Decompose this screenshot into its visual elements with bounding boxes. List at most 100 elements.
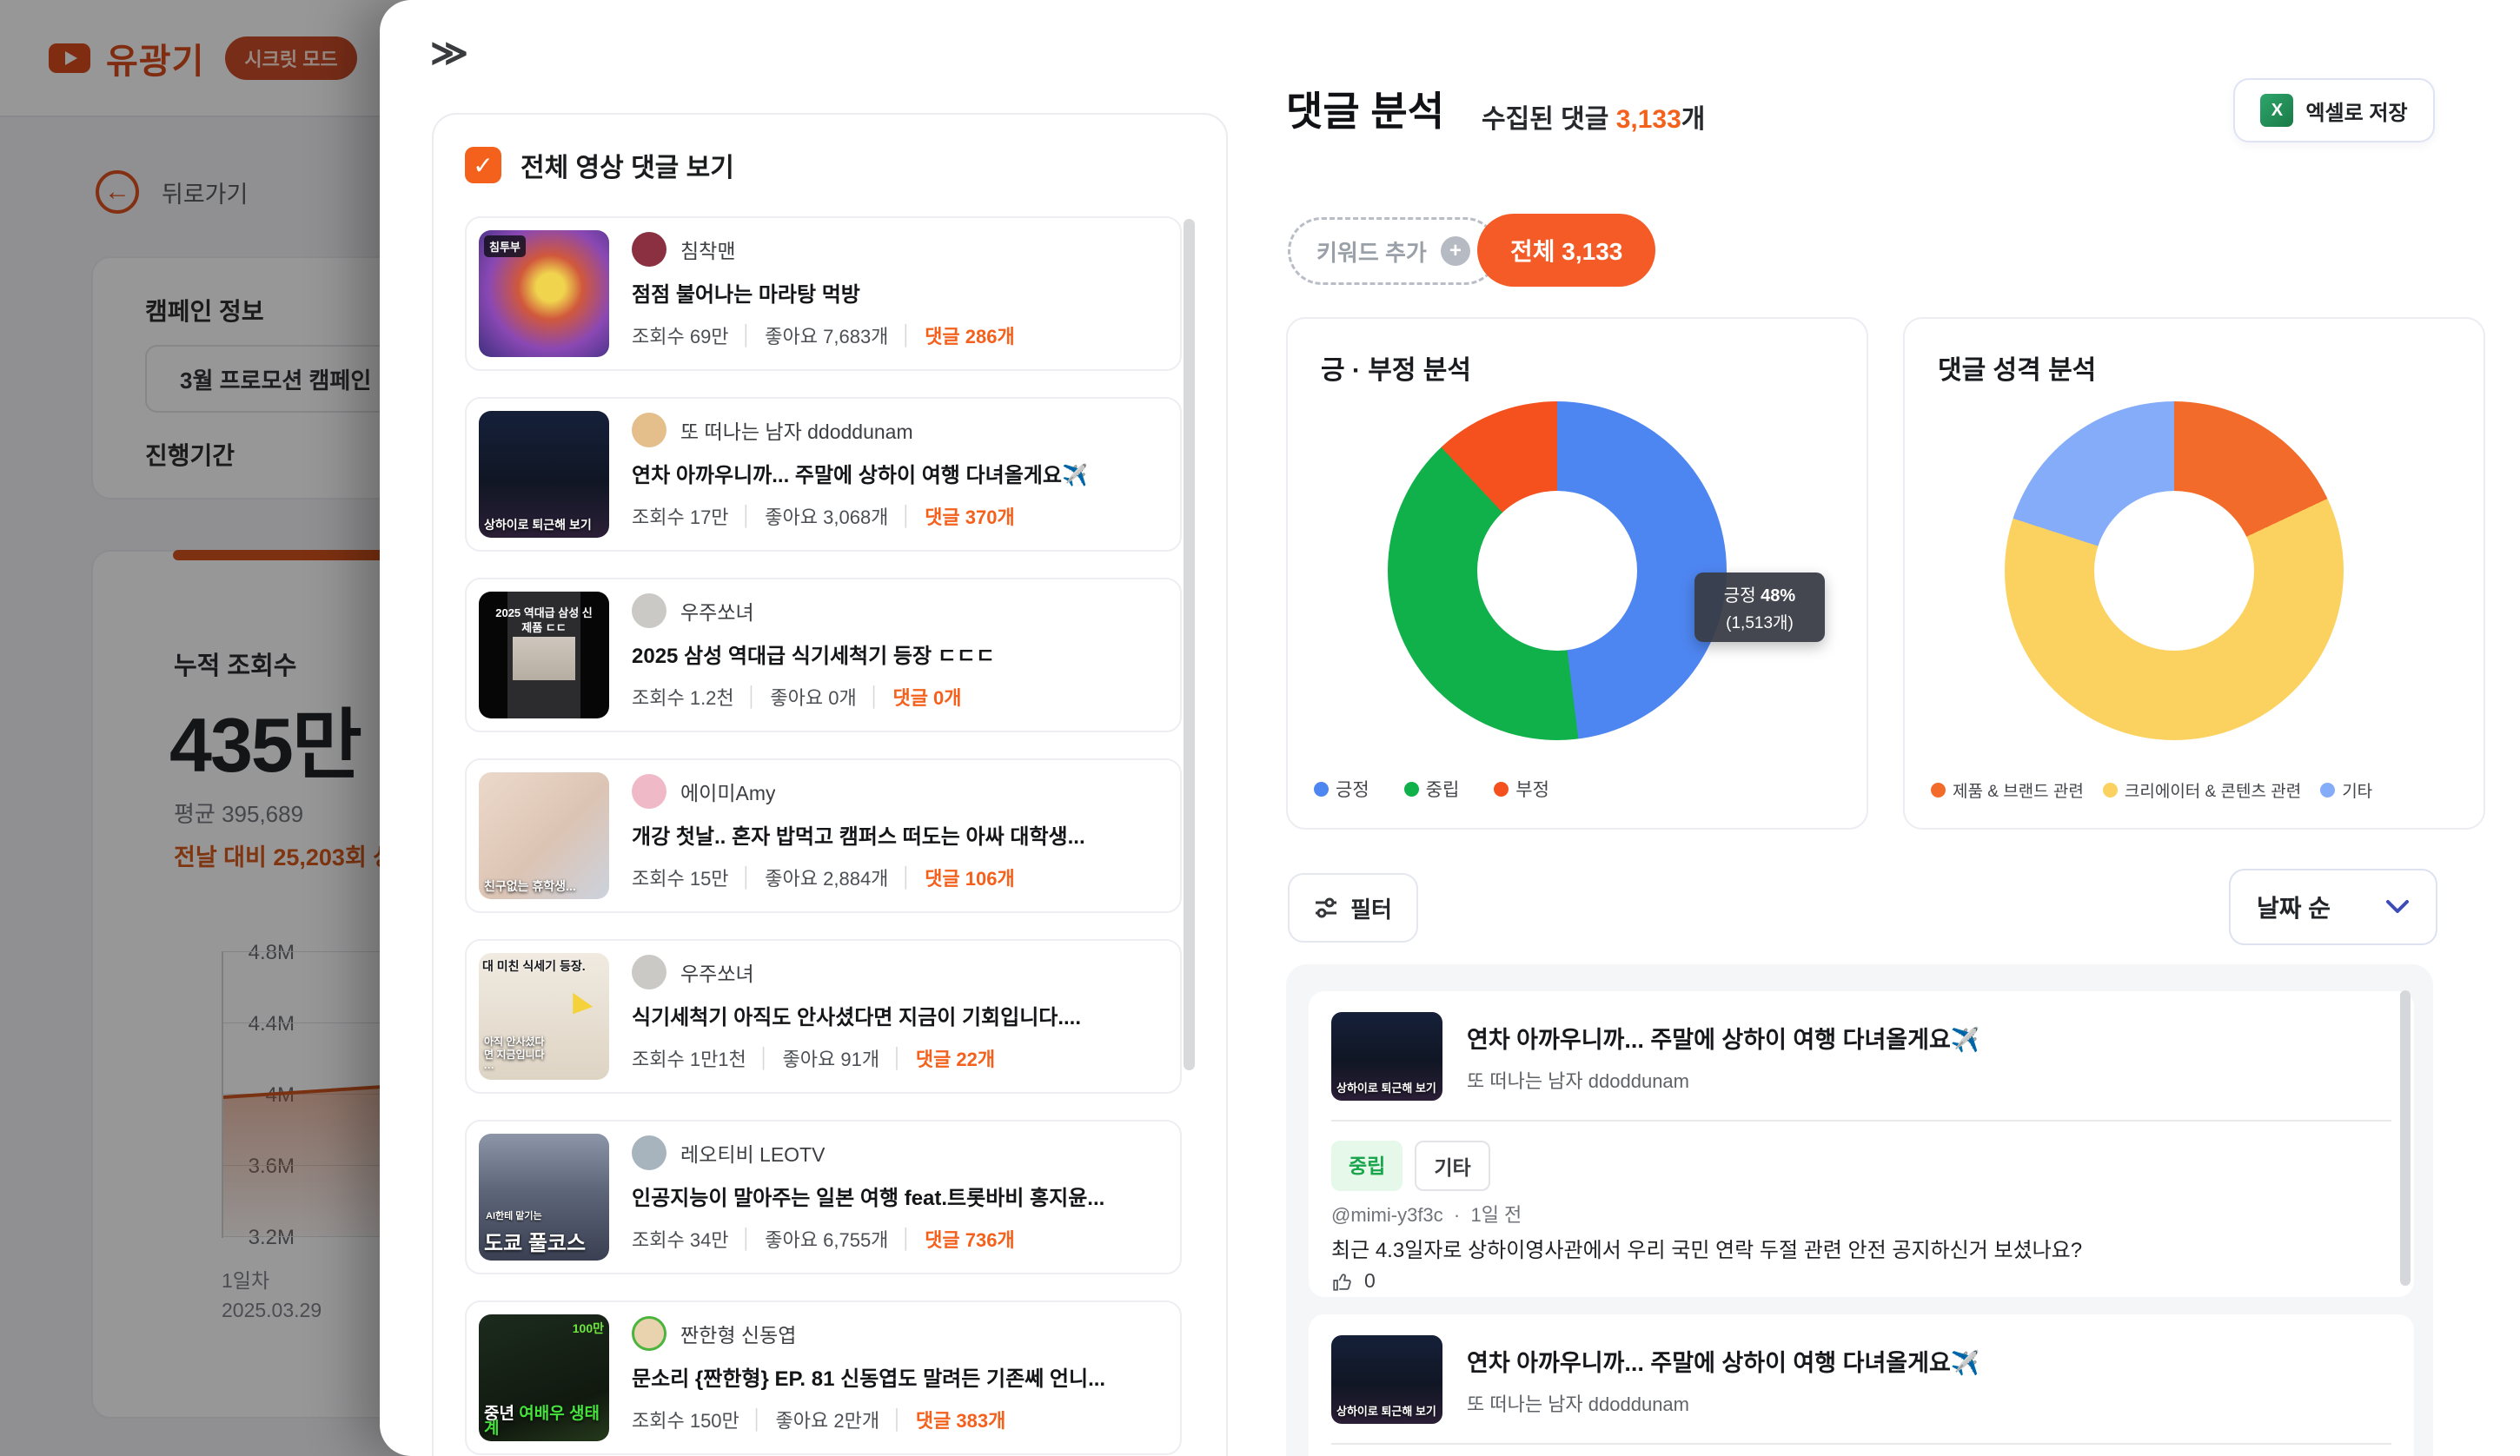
video-stats: 조회수 34만│ 좋아요 6,755개│ 댓글 736개	[632, 1225, 1170, 1253]
video-list-item[interactable]: 상하이로 퇴근해 보기 또 떠나는 남자 ddoddunam 연차 아까우니까.…	[465, 397, 1182, 552]
channel-name: 우주쏘녀	[680, 596, 754, 625]
checkbox-checked-icon[interactable]: ✓	[465, 147, 501, 183]
sentiment-legend: 긍정 중립 부정	[1314, 776, 1584, 802]
thumbs-up-icon	[1331, 1270, 1354, 1293]
video-list-item[interactable]: 대 미친 식세기 등장. 아직 안사셨다면 지금입니다··· 우주쏘녀 식기세척…	[465, 939, 1182, 1094]
channel-name: 또 떠나는 남자 ddoddunam	[680, 415, 913, 445]
legend-item-positive[interactable]: 긍정	[1314, 776, 1369, 802]
excel-icon: X	[2260, 94, 2293, 127]
legend-item-etc[interactable]: 기타	[2320, 778, 2372, 802]
thumb-badge: 침투부	[484, 235, 526, 257]
page-title: 댓글 분석	[1286, 80, 1444, 137]
channel-avatar	[632, 955, 666, 989]
select-all-videos[interactable]: ✓ 전체 영상 댓글 보기	[465, 146, 734, 184]
comment-feed-scrollbar[interactable]	[2400, 990, 2411, 1286]
nature-donut-chart[interactable]	[2005, 401, 2344, 740]
legend-item-product[interactable]: 제품 & 브랜드 관련	[1931, 778, 2084, 802]
channel-name: 우주쏘녀	[680, 957, 754, 987]
comment-video-title: 연차 아까우니까... 주말에 상하이 여행 다녀올게요✈️	[1467, 1021, 2388, 1055]
video-stats: 조회수 17만│ 좋아요 3,068개│ 댓글 370개	[632, 502, 1170, 530]
sort-order-dropdown[interactable]: 날짜 순	[2229, 869, 2437, 945]
video-title: 식기세척기 아직도 안사셨다면 지금이 기회입니다....	[632, 1000, 1170, 1030]
comment-count-link[interactable]: 댓글 286개	[925, 321, 1015, 349]
add-keyword-chip[interactable]: 키워드 추가 +	[1288, 217, 1499, 285]
channel-avatar	[632, 1316, 666, 1351]
legend-item-neutral[interactable]: 중립	[1404, 776, 1460, 802]
legend-item-creator[interactable]: 크리에이터 & 콘텐츠 관련	[2103, 778, 2301, 802]
comment-video-title: 연차 아까우니까... 주말에 상하이 여행 다녀올게요✈️	[1467, 1344, 2388, 1378]
video-thumbnail: 상하이로 퇴근해 보기	[479, 411, 609, 538]
comment-video-channel: 또 떠나는 남자 ddoddunam	[1467, 1389, 1689, 1417]
comment-analysis-modal: ≫ ✓ 전체 영상 댓글 보기 침투부 침착맨 점점 불어나는 마라탕 먹방 조…	[380, 0, 2520, 1456]
filter-button[interactable]: 필터	[1288, 873, 1418, 943]
video-list-item[interactable]: 100만 중년 여배우 생태계 짠한형 신동엽 문소리 {짠한형} EP. 81…	[465, 1300, 1182, 1455]
total-filter-chip[interactable]: 전체 3,133	[1477, 214, 1655, 287]
yellow-arrow	[563, 993, 593, 1021]
channel-avatar	[632, 593, 666, 628]
video-title: 2025 삼성 역대급 식기세척기 등장 ㄷㄷㄷ	[632, 639, 1170, 669]
video-stats: 조회수 1.2천│ 좋아요 0개│ 댓글 0개	[632, 683, 1170, 711]
collected-comments-summary: 수집된 댓글 3,133개	[1482, 97, 1705, 136]
thumb-caption: 친구없는 휴학생...	[484, 879, 606, 894]
legend-item-negative[interactable]: 부정	[1494, 776, 1549, 802]
channel-avatar	[632, 774, 666, 809]
comment-card: 상하이로 퇴근해 보기 연차 아까우니까... 주말에 상하이 여행 다녀올게요…	[1309, 1314, 2414, 1456]
filter-sliders-icon	[1314, 897, 1338, 919]
legend-dot	[1931, 783, 1946, 797]
divider	[1331, 1443, 2391, 1445]
video-stats: 조회수 69만│ 좋아요 7,683개│ 댓글 286개	[632, 321, 1170, 349]
comment-nature-card: 댓글 성격 분석 제품 & 브랜드 관련 크리에이터 & 콘텐츠 관련 기타	[1903, 317, 2485, 830]
sentiment-donut-chart[interactable]	[1388, 401, 1727, 740]
comment-count-link[interactable]: 댓글 0개	[892, 683, 961, 711]
comment-count-link[interactable]: 댓글 22개	[916, 1044, 995, 1072]
channel-avatar	[632, 1135, 666, 1170]
video-list-item[interactable]: AI한테 맡기는 도쿄 풀코스 레오티비 LEOTV 인공지능이 말아주는 일본…	[465, 1120, 1182, 1274]
channel-avatar	[632, 232, 666, 267]
video-list-item[interactable]: 침투부 침착맨 점점 불어나는 마라탕 먹방 조회수 69만│ 좋아요 7,68…	[465, 216, 1182, 371]
video-thumbnail: 침투부	[479, 230, 609, 357]
video-list-item[interactable]: 친구없는 휴학생... 에이미Amy 개강 첫날.. 혼자 밥먹고 캠퍼스 떠도…	[465, 758, 1182, 913]
comment-count-link[interactable]: 댓글 383개	[916, 1406, 1006, 1433]
video-list-item[interactable]: 2025 역대급 삼성 신제품 ㄷㄷ 우주쏘녀 2025 삼성 역대급 식기세척…	[465, 578, 1182, 732]
card-title: 댓글 성격 분석	[1938, 348, 2096, 387]
thumb-caption: 도쿄 풀코스	[484, 1233, 606, 1255]
video-list-panel: ✓ 전체 영상 댓글 보기 침투부 침착맨 점점 불어나는 마라탕 먹방 조회수…	[432, 113, 1228, 1456]
video-list-scrollbar[interactable]	[1184, 219, 1195, 1070]
comment-video-thumbnail: 상하이로 퇴근해 보기	[1331, 1012, 1442, 1101]
like-count: 0	[1364, 1269, 1376, 1293]
comment-count-link[interactable]: 댓글 106개	[925, 864, 1015, 891]
video-title: 인공지능이 말아주는 일본 여행 feat.트롯바비 홍지윤...	[632, 1181, 1170, 1211]
collapse-panel-button[interactable]: ≫	[430, 31, 468, 74]
collected-count: 3,133	[1616, 105, 1681, 134]
video-thumbnail: 100만 중년 여배우 생태계	[479, 1314, 609, 1441]
channel-name: 짠한형 신동엽	[680, 1319, 796, 1348]
thumb-caption-top: 대 미친 식세기 등장.	[482, 957, 606, 975]
card-title: 긍 · 부정 분석	[1321, 348, 1471, 387]
thumb-caption: 2025 역대급 삼성 신제품 ㄷㄷ	[492, 606, 596, 635]
app-root: 유광기 시크릿 모드 ← 뒤로가기 캠페인 정보 3월 프로모션 캠페인 진행기…	[0, 0, 2520, 1456]
video-stats: 조회수 150만│ 좋아요 2만개│ 댓글 383개	[632, 1406, 1170, 1433]
thumb-caption: 아직 안사셨다면 지금입니다···	[484, 1036, 554, 1075]
legend-dot	[1404, 782, 1419, 797]
video-thumbnail: 친구없는 휴학생...	[479, 772, 609, 899]
export-excel-button[interactable]: X 엑셀로 저장	[2233, 78, 2435, 142]
video-title: 개강 첫날.. 혼자 밥먹고 캠퍼스 떠도는 아싸 대학생...	[632, 819, 1170, 850]
chevron-down-icon	[2385, 899, 2410, 915]
select-all-label: 전체 영상 댓글 보기	[521, 146, 734, 184]
thumb-caption-sub: AI한테 맡기는	[486, 1208, 542, 1222]
channel-avatar	[632, 413, 666, 447]
nature-legend: 제품 & 브랜드 관련 크리에이터 & 콘텐츠 관련 기타	[1931, 778, 2391, 802]
comment-count-link[interactable]: 댓글 736개	[925, 1225, 1015, 1253]
comment-text: 최근 4.3일자로 상하이영사관에서 우리 국민 연락 두절 관련 안전 공지하…	[1331, 1233, 2082, 1263]
video-stats: 조회수 15만│ 좋아요 2,884개│ 댓글 106개	[632, 864, 1170, 891]
comment-card: 상하이로 퇴근해 보기 연차 아까우니까... 주말에 상하이 여행 다녀올게요…	[1309, 991, 2414, 1297]
video-thumbnail: AI한테 맡기는 도쿄 풀코스	[479, 1134, 609, 1261]
video-title: 문소리 {짠한형} EP. 81 신동엽도 말려든 기존쎄 언니...	[632, 1361, 1170, 1392]
sentiment-analysis-card: 긍 · 부정 분석 긍정 48% (1,513개) 긍정 중립 부정	[1286, 317, 1868, 830]
comment-like-button[interactable]: 0	[1331, 1269, 1376, 1293]
comment-count-link[interactable]: 댓글 370개	[925, 502, 1015, 530]
legend-dot	[2103, 783, 2118, 797]
comment-feed-container: 상하이로 퇴근해 보기 연차 아까우니까... 주말에 상하이 여행 다녀올게요…	[1286, 964, 2433, 1456]
thumb-caption: 상하이로 퇴근해 보기	[484, 518, 606, 533]
video-thumbnail: 2025 역대급 삼성 신제품 ㄷㄷ	[479, 592, 609, 718]
